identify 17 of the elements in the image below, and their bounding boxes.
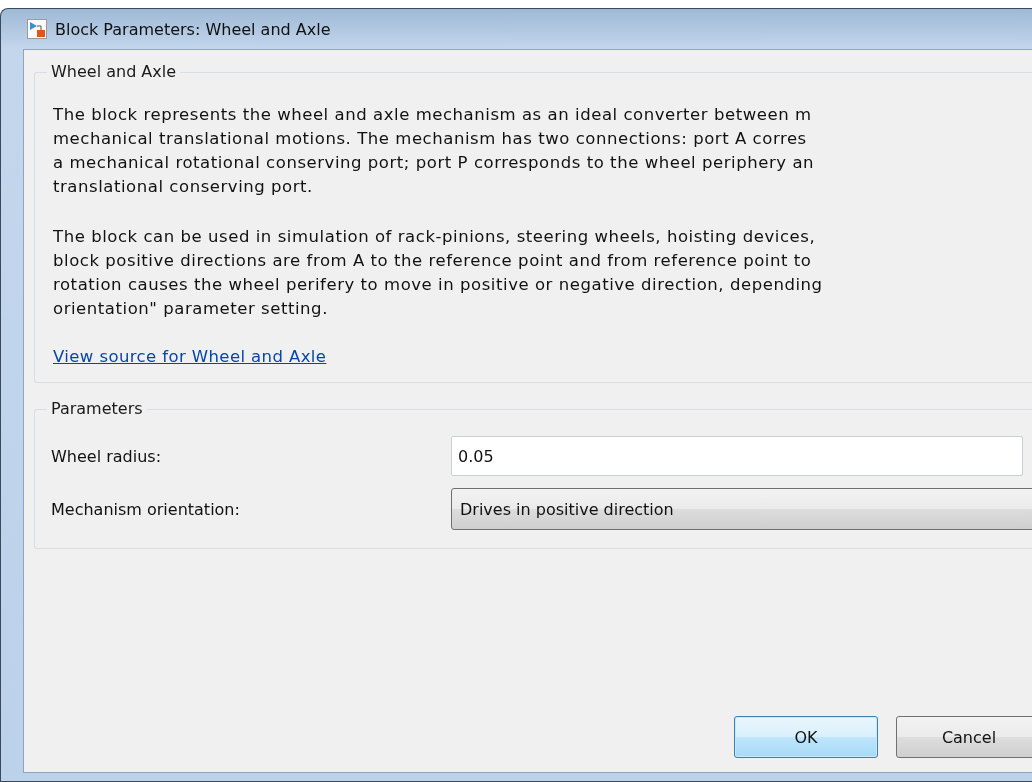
description-text: block positive directions are from A to the reference point and from reference point to xyxy=(53,250,813,272)
window-title: Block Parameters: Wheel and Axle xyxy=(55,19,331,39)
block-icon xyxy=(27,19,47,39)
description-text: orientation" parameter setting. xyxy=(53,298,329,320)
description-text: The block can be used in simulation of rack-pinions, steering wheels, hoisting devices, xyxy=(53,226,817,248)
description-text: The block represents the wheel and axle mechanism as an ideal converter between m xyxy=(53,104,813,126)
description-text: translational conserving port. xyxy=(53,176,314,198)
description-text: rotation causes the wheel perifery to move in positive or negative direction, depending xyxy=(53,274,824,296)
description-text: mechanical translational motions. The mechanism has two connections: port A corres xyxy=(53,128,808,150)
wheel-radius-field[interactable]: 0.05 xyxy=(451,436,1023,476)
description-text: a mechanical rotational conserving port; port P corresponds to the wheel periphery an xyxy=(53,152,816,174)
view-source-link[interactable]: View source for Wheel and Axle xyxy=(53,347,327,366)
cancel-button[interactable]: Cancel xyxy=(896,716,1032,758)
field-label: Mechanism orientation: xyxy=(51,499,241,519)
field-label: Wheel radius: xyxy=(51,446,163,466)
ok-button[interactable]: OK xyxy=(734,716,878,758)
orientation-dropdown[interactable]: Drives in positive direction xyxy=(451,488,1032,530)
